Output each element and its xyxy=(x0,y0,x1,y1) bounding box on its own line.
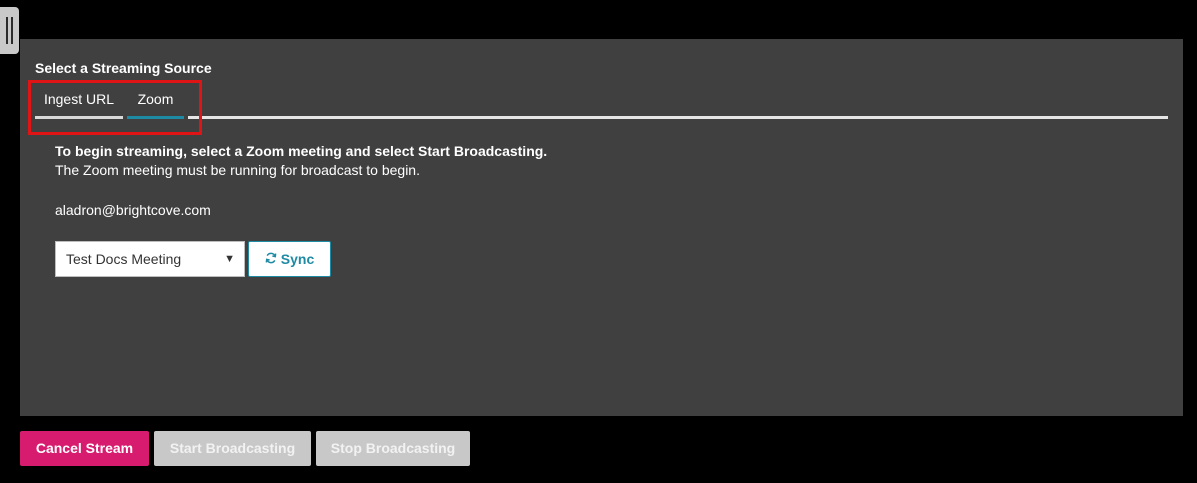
panel-title: Select a Streaming Source xyxy=(35,60,212,76)
grip-line xyxy=(11,17,13,44)
tab-ingest-url[interactable]: Ingest URL xyxy=(35,90,123,119)
refresh-icon xyxy=(265,242,277,276)
stop-broadcasting-button[interactable]: Stop Broadcasting xyxy=(316,431,470,466)
tab-zoom[interactable]: Zoom xyxy=(127,90,184,119)
tab-label: Zoom xyxy=(137,91,174,107)
tabs-divider xyxy=(35,116,1168,119)
sync-button[interactable]: Sync xyxy=(248,241,331,277)
meeting-select-value: Test Docs Meeting xyxy=(66,251,182,267)
zoom-instructions-heading: To begin streaming, select a Zoom meetin… xyxy=(55,143,548,159)
zoom-account-email: aladron@brightcove.com xyxy=(55,202,211,218)
zoom-meeting-select[interactable]: Test Docs Meeting ▼ xyxy=(55,241,245,277)
dropdown-caret-icon: ▼ xyxy=(224,253,235,265)
zoom-instructions-text: The Zoom meeting must be running for bro… xyxy=(55,162,420,178)
tab-label: Ingest URL xyxy=(43,91,115,107)
streaming-source-panel: Select a Streaming Source Ingest URL Zoo… xyxy=(20,39,1183,416)
panel-drag-handle[interactable] xyxy=(0,7,19,54)
sync-label: Sync xyxy=(280,251,315,267)
tab-gap xyxy=(184,116,188,119)
tab-underline xyxy=(35,116,123,119)
tab-underline-active xyxy=(127,116,184,119)
grip-line xyxy=(6,17,8,44)
start-broadcasting-button[interactable]: Start Broadcasting xyxy=(154,431,311,466)
cancel-stream-button[interactable]: Cancel Stream xyxy=(20,431,149,466)
app-page: Select a Streaming Source Ingest URL Zoo… xyxy=(0,0,1197,483)
